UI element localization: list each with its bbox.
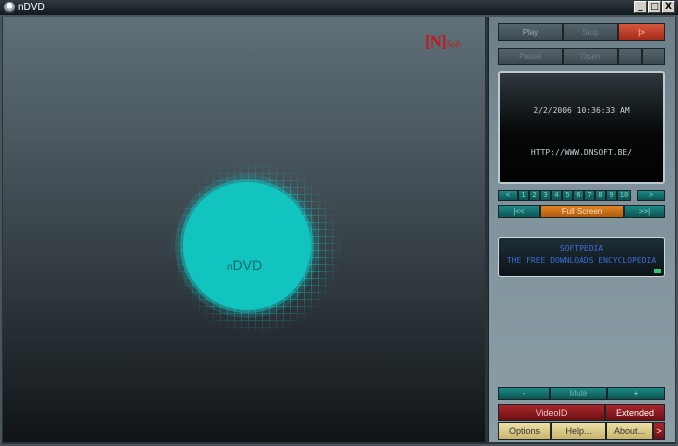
stop-button[interactable]: Stop — [563, 23, 618, 41]
chapter-7-button[interactable]: 7 — [584, 190, 595, 201]
maximize-button[interactable]: □ — [648, 1, 661, 13]
chapter-6-button[interactable]: 6 — [573, 190, 584, 201]
app-icon — [4, 2, 15, 13]
splash-logo-text: nDVD — [227, 257, 262, 273]
rewind-button[interactable]: |<< — [498, 205, 540, 218]
help-button[interactable]: Help... — [551, 422, 606, 440]
about-button[interactable]: About... — [606, 422, 653, 440]
play-button[interactable]: Play — [498, 23, 563, 41]
splash-disc: nDVD — [171, 152, 343, 335]
extra-button-1[interactable] — [618, 48, 642, 65]
window-controls: _ □ X — [634, 1, 675, 13]
splash-name: DVD — [232, 257, 263, 273]
video-area[interactable]: [N]Soft nDVD — [3, 17, 485, 442]
chapter-prev-button[interactable]: < — [498, 190, 518, 201]
chapter-2-button[interactable]: 2 — [529, 190, 540, 201]
extended-button[interactable]: Extended — [605, 404, 665, 421]
chapter-next-button[interactable]: > — [637, 190, 665, 201]
title-bar: nDVD _ □ X — [0, 0, 678, 15]
options-button[interactable]: Options — [498, 422, 551, 440]
next-button[interactable]: |> — [618, 23, 665, 41]
banner-line-2: THE FREE DOWNLOADS ENCYCLOPEDIA — [506, 256, 657, 265]
chapter-9-button[interactable]: 9 — [606, 190, 617, 201]
volume-up-button[interactable]: + — [607, 387, 665, 400]
fullscreen-button[interactable]: Full Screen — [540, 205, 624, 218]
info-display: 2/2/2006 10:36:33 AM HTTP://WWW.DNSOFT.B… — [498, 71, 665, 184]
chapter-1-button[interactable]: 1 — [518, 190, 529, 201]
info-banner: SOFTPEDIA THE FREE DOWNLOADS ENCYCLOPEDI… — [498, 237, 665, 277]
disc-graphic — [183, 182, 311, 310]
url-text: HTTP://WWW.DNSOFT.BE/ — [530, 148, 633, 157]
chapter-8-button[interactable]: 8 — [595, 190, 606, 201]
open-button[interactable]: Open — [563, 48, 618, 65]
logo-text: Soft — [446, 39, 461, 49]
chapter-5-button[interactable]: 5 — [562, 190, 573, 201]
chapter-3-button[interactable]: 3 — [540, 190, 551, 201]
banner-line-1: SOFTPEDIA — [559, 244, 604, 253]
volume-down-button[interactable]: - — [498, 387, 550, 400]
chapter-4-button[interactable]: 4 — [551, 190, 562, 201]
extra-button-2[interactable] — [642, 48, 665, 65]
chapter-10-button[interactable]: 10 — [617, 190, 631, 201]
videoid-button[interactable]: VideoID — [498, 404, 605, 421]
window-title: nDVD — [18, 2, 45, 13]
minimize-button[interactable]: _ — [634, 1, 647, 13]
expand-arrow-button[interactable]: > — [653, 422, 665, 440]
pause-button[interactable]: Pause — [498, 48, 563, 65]
ndsoft-logo: [N]Soft — [425, 32, 461, 52]
forward-button[interactable]: >>| — [624, 205, 665, 218]
banner-indicator — [654, 269, 661, 273]
mute-button[interactable]: Mute — [550, 387, 607, 400]
close-button[interactable]: X — [662, 1, 675, 13]
datetime-text: 2/2/2006 10:36:33 AM — [533, 106, 630, 115]
logo-mark: [N] — [425, 32, 447, 51]
